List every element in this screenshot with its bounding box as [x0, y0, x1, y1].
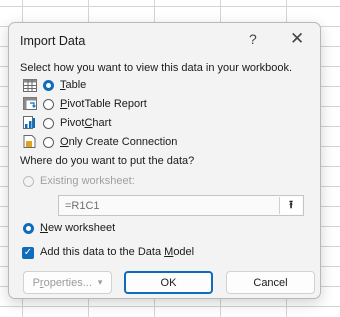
- connection-icon: [23, 135, 37, 148]
- view-heading: Select how you want to view this data in…: [20, 62, 293, 74]
- radio-new-worksheet[interactable]: [23, 223, 34, 234]
- new-worksheet-label[interactable]: New worksheet: [40, 222, 115, 234]
- close-button[interactable]: ✕: [290, 29, 304, 49]
- option-pivotchart-label[interactable]: PivotChart: [60, 117, 111, 129]
- chevron-down-icon: ▾: [97, 277, 103, 287]
- data-model-checkbox[interactable]: ✓: [22, 247, 34, 259]
- collapse-dialog-icon[interactable]: ⭱: [279, 197, 302, 214]
- import-data-dialog: Import Data ? ✕ Select how you want to v…: [8, 22, 321, 299]
- pivotchart-icon: [23, 116, 37, 129]
- cancel-button[interactable]: Cancel: [226, 271, 315, 294]
- location-heading: Where do you want to put the data?: [20, 155, 195, 167]
- properties-button[interactable]: Pr operties... ▾: [23, 271, 112, 294]
- data-model-label[interactable]: Add this data to the Data Model: [40, 246, 194, 258]
- radio-table[interactable]: [43, 80, 54, 91]
- option-table-label[interactable]: Table: [60, 79, 86, 91]
- radio-pivotchart[interactable]: [43, 118, 54, 129]
- radio-connection[interactable]: [43, 137, 54, 148]
- option-pivottable-label[interactable]: PivotTable Report: [60, 98, 147, 110]
- pivottable-icon: [23, 97, 37, 110]
- option-connection-label[interactable]: Only Create Connection: [60, 136, 177, 148]
- existing-worksheet-value: =R1C1: [65, 200, 100, 212]
- existing-worksheet-input[interactable]: =R1C1 ⭱: [58, 195, 304, 216]
- dialog-title: Import Data: [20, 34, 86, 48]
- radio-pivottable[interactable]: [43, 99, 54, 110]
- existing-worksheet-label: Existing worksheet:: [40, 175, 135, 187]
- help-button[interactable]: ?: [249, 31, 257, 47]
- radio-existing-worksheet[interactable]: [23, 176, 34, 187]
- table-icon: [23, 79, 37, 92]
- ok-button[interactable]: OK: [124, 271, 213, 294]
